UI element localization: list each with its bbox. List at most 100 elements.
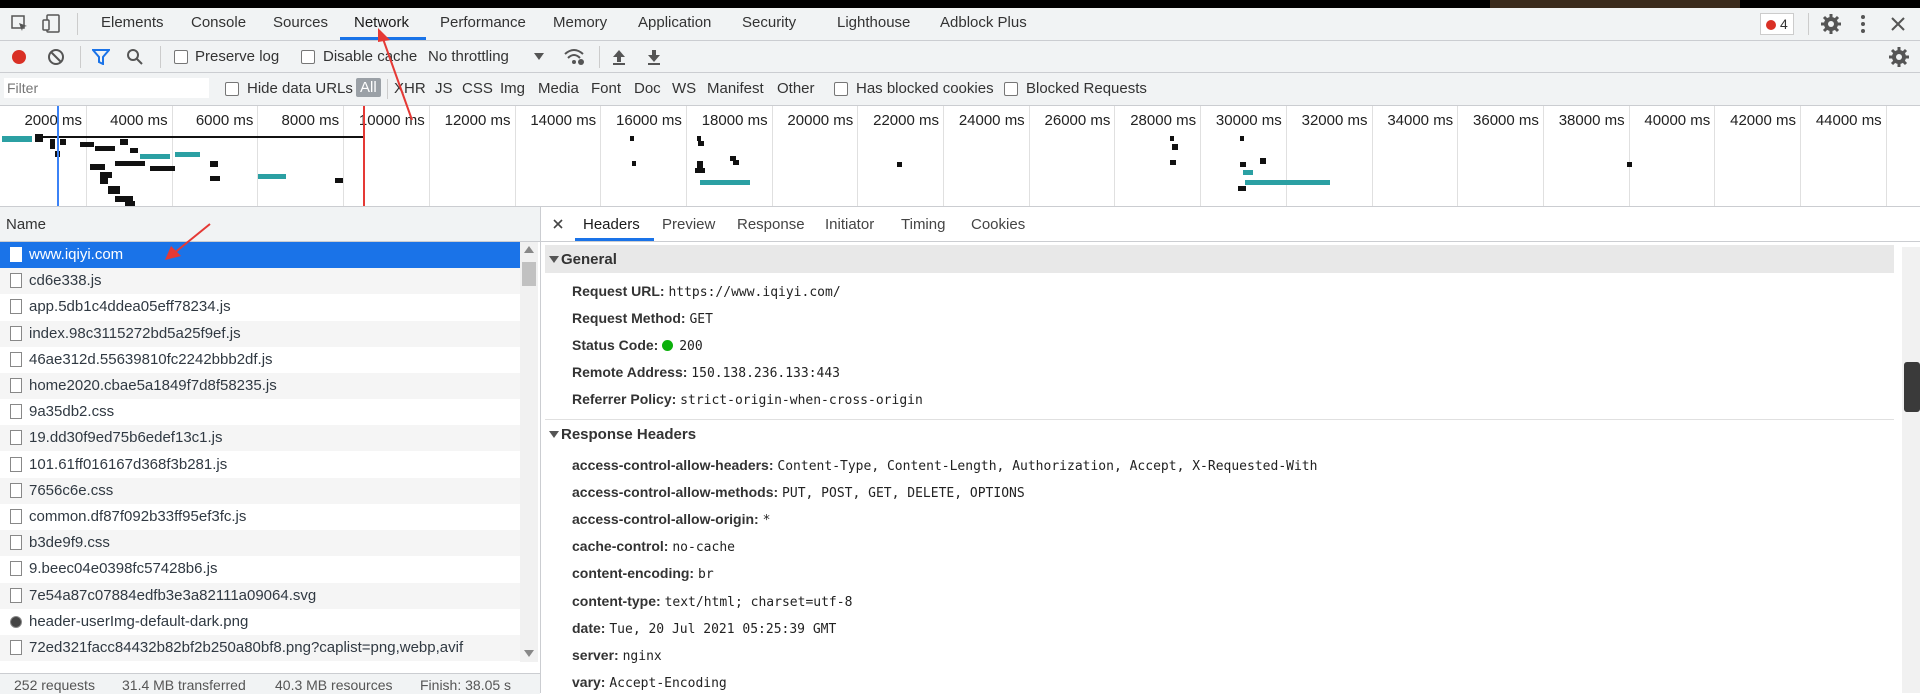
- timeline-request-mark: [35, 134, 43, 142]
- request-row[interactable]: 46ae312d.55639810fc2242bbb2df.js: [0, 347, 520, 373]
- header-key: Request Method:: [572, 310, 686, 326]
- request-row[interactable]: cd6e338.js: [0, 268, 520, 295]
- scrollbar-thumb[interactable]: [1904, 362, 1920, 412]
- timeline-tick-label: 2000 ms: [24, 112, 82, 129]
- import-har-icon[interactable]: [611, 48, 627, 66]
- request-row[interactable]: www.iqiyi.com: [0, 242, 520, 268]
- request-row[interactable]: 7e54a87c07884edfb3e3a82111a09064.svg: [0, 582, 520, 609]
- more-options-icon[interactable]: [1857, 13, 1869, 35]
- document-file-icon: [10, 430, 22, 446]
- disable-cache-checkbox[interactable]: [301, 50, 315, 64]
- tab-performance[interactable]: Performance: [440, 14, 526, 31]
- tab-lighthouse[interactable]: Lighthouse: [837, 14, 910, 31]
- timeline-tick-label: 30000 ms: [1215, 112, 1282, 129]
- gear-icon[interactable]: [1820, 13, 1842, 35]
- request-row[interactable]: common.df87f092b33ff95ef3fc.js: [0, 504, 520, 530]
- record-icon[interactable]: [11, 49, 27, 65]
- header-row: vary: Accept-Encoding: [572, 674, 727, 691]
- request-row[interactable]: 7656c6e.css: [0, 477, 520, 504]
- tab-initiator[interactable]: Initiator: [825, 216, 874, 233]
- timeline-gridline: [1457, 106, 1459, 206]
- tab-cookies[interactable]: Cookies: [971, 216, 1025, 233]
- error-count-badge[interactable]: 4: [1760, 13, 1794, 35]
- scroll-up-icon[interactable]: [524, 246, 534, 254]
- inspect-element-icon[interactable]: [10, 14, 30, 34]
- request-name: header-userImg-default-dark.png: [29, 612, 249, 630]
- close-icon[interactable]: [1889, 15, 1907, 33]
- timeline-request-mark: [733, 160, 739, 165]
- device-toolbar-icon[interactable]: [42, 13, 62, 35]
- request-row[interactable]: b3de9f9.css: [0, 530, 520, 557]
- scrollbar-thumb[interactable]: [522, 262, 536, 286]
- close-detail-icon[interactable]: [553, 219, 563, 229]
- header-row: content-encoding: br: [572, 565, 714, 582]
- detail-scrollbar[interactable]: [1902, 247, 1920, 693]
- network-overview-timeline[interactable]: 2000 ms 4000 ms 6000 ms 8000 ms 10000 ms 1200…: [0, 106, 1920, 207]
- tab-elements[interactable]: Elements: [101, 14, 164, 31]
- filter-input[interactable]: [4, 78, 209, 98]
- header-value: Tue, 20 Jul 2021 05:25:39 GMT: [609, 621, 837, 637]
- filter-type-other[interactable]: Other: [777, 80, 815, 97]
- tab-security[interactable]: Security: [742, 14, 796, 31]
- timeline-tick-label: 40000 ms: [1644, 112, 1711, 129]
- tab-adblock-plus[interactable]: Adblock Plus: [940, 14, 1027, 31]
- header-row: access-control-allow-methods: PUT, POST,…: [572, 484, 1025, 501]
- tab-timing[interactable]: Timing: [901, 216, 945, 233]
- filter-type-manifest[interactable]: Manifest: [707, 80, 764, 97]
- preserve-log-checkbox[interactable]: [174, 50, 188, 64]
- has-blocked-cookies-checkbox[interactable]: [834, 82, 848, 96]
- request-row[interactable]: 72ed321facc84432b82bf2b250a80bf8.png?cap…: [0, 635, 520, 661]
- export-har-icon[interactable]: [646, 48, 662, 66]
- general-section-header[interactable]: General: [545, 245, 1894, 273]
- tab-application[interactable]: Application: [638, 14, 711, 31]
- clear-icon[interactable]: [47, 48, 65, 66]
- filter-icon[interactable]: [92, 49, 110, 65]
- request-row[interactable]: 9a35db2.css: [0, 399, 520, 425]
- filter-type-js[interactable]: JS: [435, 80, 453, 97]
- scroll-down-icon[interactable]: [524, 650, 534, 658]
- request-row[interactable]: header-userImg-default-dark.png: [0, 609, 520, 635]
- search-icon[interactable]: [126, 48, 144, 66]
- header-key: Remote Address:: [572, 364, 688, 380]
- tab-preview[interactable]: Preview: [662, 216, 715, 233]
- timeline-gridline: [171, 106, 173, 206]
- request-list-scrollbar[interactable]: [520, 242, 538, 662]
- timeline-request-mark: [1260, 158, 1266, 164]
- timeline-gridline: [1542, 106, 1544, 206]
- request-row[interactable]: 19.dd30f9ed75b6edef13c1.js: [0, 425, 520, 452]
- filter-type-ws[interactable]: WS: [672, 80, 696, 97]
- request-row[interactable]: home2020.cbae5a1849f7d8f58235.js: [0, 373, 520, 399]
- filter-type-img[interactable]: Img: [500, 80, 525, 97]
- blocked-requests-checkbox[interactable]: [1004, 82, 1018, 96]
- filter-type-font[interactable]: Font: [591, 80, 621, 97]
- document-file-icon: [10, 482, 22, 498]
- throttling-select[interactable]: No throttling: [428, 48, 509, 65]
- request-name: 101.61ff016167d368f3b281.js: [29, 455, 228, 473]
- timeline-gridline: [771, 106, 773, 206]
- request-row[interactable]: index.98c3115272bd5a25f9ef.js: [0, 320, 520, 347]
- background-image-strip: [1490, 0, 1740, 8]
- network-settings-icon[interactable]: [1888, 46, 1910, 68]
- request-row[interactable]: app.5db1c4ddea05eff78234.js: [0, 294, 520, 320]
- filter-type-css[interactable]: CSS: [462, 80, 493, 97]
- timeline-request-mark: [1243, 170, 1253, 175]
- network-conditions-icon[interactable]: [563, 48, 585, 66]
- request-row[interactable]: 9.beec04e0398fc57428b6.js: [0, 556, 520, 582]
- filter-type-media[interactable]: Media: [538, 80, 579, 97]
- tab-sources[interactable]: Sources: [273, 14, 328, 31]
- request-name: app.5db1c4ddea05eff78234.js: [29, 298, 231, 316]
- filter-type-doc[interactable]: Doc: [634, 80, 661, 97]
- header-value: Accept-Encoding: [609, 675, 727, 691]
- header-row: access-control-allow-headers: Content-Ty…: [572, 457, 1317, 474]
- header-value: PUT, POST, GET, DELETE, OPTIONS: [782, 486, 1025, 502]
- tab-memory[interactable]: Memory: [553, 14, 607, 31]
- request-row[interactable]: 101.61ff016167d368f3b281.js: [0, 452, 520, 478]
- name-column-header[interactable]: Name: [0, 207, 540, 242]
- response-headers-section-header[interactable]: Response Headers: [545, 419, 1894, 448]
- hide-data-urls-checkbox[interactable]: [225, 82, 239, 96]
- chevron-down-icon[interactable]: [534, 53, 544, 61]
- tab-headers[interactable]: Headers: [583, 216, 640, 233]
- tab-response[interactable]: Response: [737, 216, 805, 233]
- timeline-request-mark: [700, 180, 750, 185]
- tab-console[interactable]: Console: [191, 14, 246, 31]
